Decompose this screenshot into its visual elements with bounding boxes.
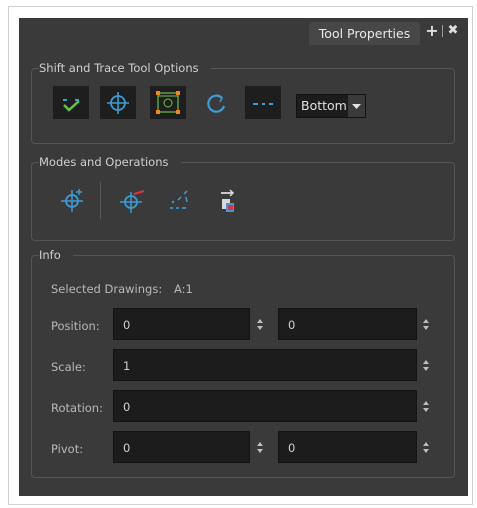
close-view-button[interactable]: ✖ — [446, 23, 460, 39]
tab-separator — [442, 25, 443, 37]
shift-trace-group: Shift and Trace Tool Options — [31, 61, 455, 144]
rotation-stepper-icon[interactable] — [422, 400, 430, 413]
panel-tab-bar: Tool Properties + ✖ — [19, 18, 468, 46]
onion-position-value: Bottom — [301, 98, 347, 113]
bounding-box-icon — [156, 91, 180, 114]
pivot-y-field[interactable]: 0 — [278, 431, 417, 463]
scale-field[interactable]: 1 — [113, 349, 417, 381]
rotation-field[interactable]: 0 — [113, 390, 417, 422]
swap-drawing-icon — [221, 189, 235, 212]
selected-drawings-label: Selected Drawings: — [51, 282, 163, 296]
reset-position-button[interactable] — [162, 184, 198, 217]
position-label: Position: — [51, 319, 100, 333]
shift-trace-title: Shift and Trace Tool Options — [39, 61, 211, 76]
show-outline-icon — [63, 99, 80, 112]
modes-separator — [100, 182, 101, 219]
bounding-box-button[interactable] — [150, 86, 186, 119]
position-x-field[interactable]: 0 — [113, 308, 250, 340]
dashed-line-icon — [253, 103, 273, 105]
crosshair-icon — [107, 92, 129, 114]
onion-position-select[interactable]: Bottom — [296, 94, 366, 118]
add-pivot-button[interactable] — [55, 184, 91, 217]
info-title: Info — [39, 248, 73, 263]
pivot-label: Pivot: — [51, 442, 84, 456]
selected-drawings-value: A:1 — [174, 282, 193, 296]
scale-label: Scale: — [51, 360, 86, 374]
tab-tool-properties[interactable]: Tool Properties — [309, 22, 420, 45]
pivot-x-field[interactable]: 0 — [113, 431, 250, 463]
reset-loop-button[interactable] — [200, 86, 236, 119]
rotation-label: Rotation: — [51, 401, 103, 415]
tool-properties-panel: Tool Properties + ✖ Shift and Trace Tool… — [19, 18, 468, 496]
chevron-down-icon[interactable] — [347, 95, 365, 117]
show-outline-button[interactable] — [53, 86, 89, 119]
reset-pivot-icon — [120, 189, 145, 213]
crosshair-button[interactable] — [100, 86, 136, 119]
pivot-x-stepper-icon[interactable] — [256, 441, 264, 454]
reset-loop-icon — [207, 94, 226, 113]
add-pivot-icon — [61, 189, 83, 212]
dashed-line-button[interactable] — [245, 86, 281, 119]
scale-stepper-icon[interactable] — [422, 359, 430, 372]
position-y-field[interactable]: 0 — [278, 308, 417, 340]
position-y-stepper-icon[interactable] — [422, 318, 430, 331]
swap-drawing-button[interactable] — [211, 184, 247, 217]
reset-pivot-button[interactable] — [114, 184, 150, 217]
reset-position-icon — [170, 190, 188, 209]
position-x-stepper-icon[interactable] — [256, 318, 264, 331]
add-view-button[interactable]: + — [425, 23, 439, 39]
pivot-y-stepper-icon[interactable] — [422, 441, 430, 454]
modes-operations-title: Modes and Operations — [39, 155, 181, 170]
